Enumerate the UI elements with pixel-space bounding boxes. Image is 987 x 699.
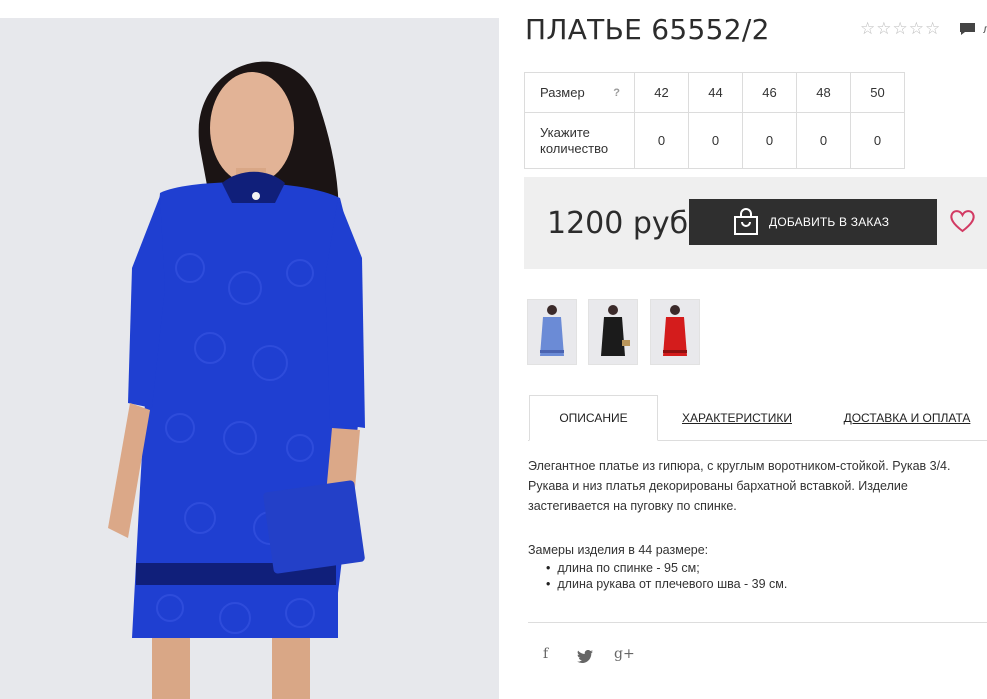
size-cell: 50: [850, 72, 905, 113]
product-title: ПЛАТЬЕ 65552/2: [525, 13, 770, 46]
quantity-label: Укажите количество: [524, 112, 635, 169]
list-item: длина по спинке - 95 см;: [546, 560, 787, 576]
product-main-image[interactable]: [0, 18, 499, 699]
product-description: Элегантное платье из гипюра, с круглым в…: [528, 459, 951, 513]
shopping-bag-icon: [734, 208, 758, 235]
facebook-share-icon[interactable]: f: [543, 646, 548, 662]
product-tabs: ОПИСАНИЕ ХАРАКТЕРИСТИКИ ДОСТАВКА И ОПЛАТ…: [528, 395, 987, 441]
comment-icon[interactable]: [959, 22, 976, 36]
quantity-input[interactable]: 0: [850, 112, 905, 169]
size-row: Размер ? 42 44 46 48 50: [524, 72, 905, 113]
quantity-input[interactable]: 0: [742, 112, 797, 169]
quantity-input[interactable]: 0: [796, 112, 851, 169]
list-item: длина рукава от плечевого шва - 39 см.: [546, 576, 787, 592]
add-to-order-button[interactable]: ДОБАВИТЬ В ЗАКАЗ: [689, 199, 937, 245]
divider: [528, 622, 987, 623]
twitter-share-icon[interactable]: [577, 650, 593, 663]
wishlist-heart-icon[interactable]: [949, 209, 976, 233]
size-help-icon[interactable]: ?: [613, 85, 620, 101]
googleplus-share-icon[interactable]: g+: [614, 646, 635, 662]
size-header-label: Размер: [540, 84, 585, 100]
comments-label[interactable]: л: [983, 22, 987, 36]
product-price: 1200 руб: [547, 206, 689, 241]
buy-panel: 1200 руб ДОБАВИТЬ В ЗАКАЗ: [524, 177, 987, 269]
quantity-input[interactable]: 0: [634, 112, 689, 169]
add-to-order-label: ДОБАВИТЬ В ЗАКАЗ: [769, 215, 890, 229]
tab-description[interactable]: ОПИСАНИЕ: [529, 395, 658, 441]
measurements-list: длина по спинке - 95 см; длина рукава от…: [546, 560, 787, 592]
quantity-input[interactable]: 0: [688, 112, 743, 169]
size-cell: 46: [742, 72, 797, 113]
size-cell: 48: [796, 72, 851, 113]
thumbnail-red[interactable]: [650, 299, 700, 365]
quantity-row: Укажите количество 0 0 0 0 0: [524, 112, 905, 169]
size-quantity-table: Размер ? 42 44 46 48 50 Укажите количест…: [524, 72, 905, 169]
size-cell: 42: [634, 72, 689, 113]
tab-delivery-payment[interactable]: ДОСТАВКА И ОПЛАТА: [832, 395, 982, 441]
size-cell: 44: [688, 72, 743, 113]
thumbnail-black[interactable]: [588, 299, 638, 365]
measurements-title: Замеры изделия в 44 размере:: [528, 543, 709, 557]
size-header-cell: Размер ?: [524, 72, 635, 113]
tab-characteristics[interactable]: ХАРАКТЕРИСТИКИ: [670, 395, 804, 441]
thumbnail-blue[interactable]: [527, 299, 577, 365]
rating-stars[interactable]: ☆☆☆☆☆: [860, 19, 941, 39]
measurements-block: Замеры изделия в 44 размере: длина по сп…: [528, 540, 787, 592]
